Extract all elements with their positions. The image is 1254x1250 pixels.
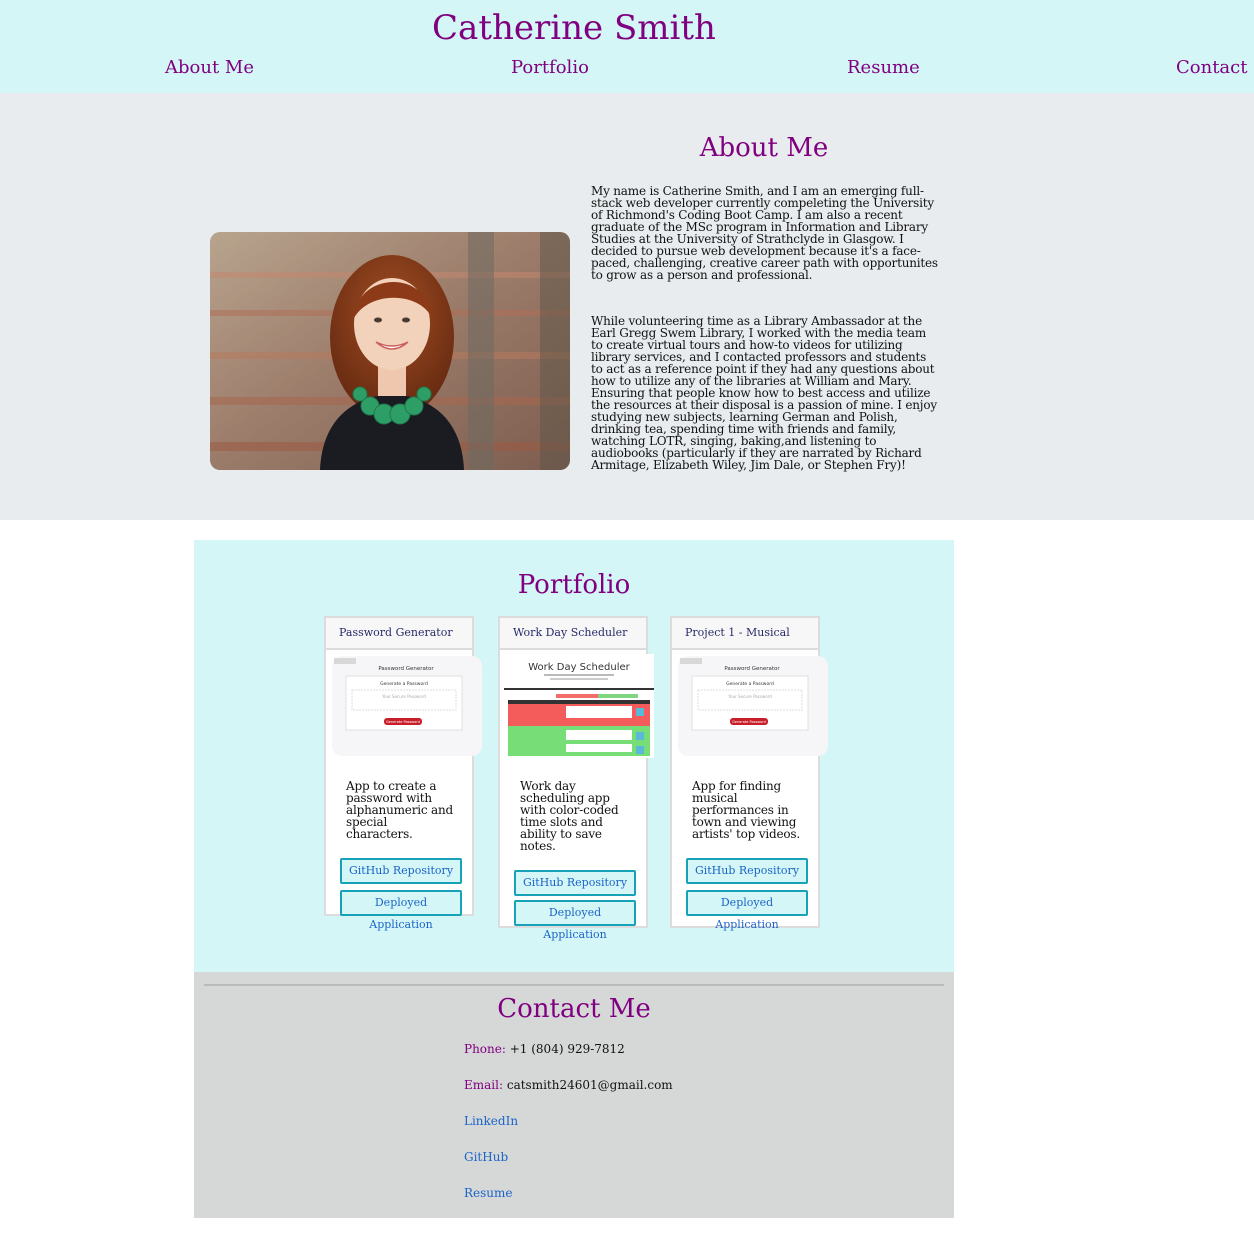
- thumb-button: Generate Password: [732, 720, 766, 724]
- profile-photo: [210, 232, 570, 470]
- about-title: About Me: [699, 133, 829, 163]
- portfolio-section: Portfolio Password Generator Password Ge…: [194, 540, 954, 972]
- deployed-application-button[interactable]: Deployed Application: [514, 900, 636, 941]
- card-title: Work Day Scheduler: [500, 618, 646, 650]
- contact-email: Email: catsmith24601@gmail.com: [464, 1078, 673, 1092]
- phone-value: +1 (804) 929-7812: [509, 1042, 625, 1056]
- thumb-placeholder: Your Secure Password: [727, 694, 772, 699]
- project-thumbnail[interactable]: Work Day Scheduler: [500, 650, 654, 758]
- card-title: Password Generator: [326, 618, 472, 650]
- contact-phone: Phone: +1 (804) 929-7812: [464, 1042, 625, 1056]
- thumb-heading: Password Generator: [724, 666, 780, 672]
- email-value: catsmith24601@gmail.com: [506, 1078, 673, 1092]
- contact-section: Contact Me Phone: +1 (804) 929-7812 Emai…: [194, 972, 954, 1218]
- site-header: Catherine Smith About Me Portfolio Resum…: [0, 0, 1254, 93]
- nav-portfolio[interactable]: Portfolio: [511, 57, 589, 78]
- project-thumbnail[interactable]: Password Generator Generate a Password Y…: [672, 650, 828, 758]
- contact-title: Contact Me: [497, 994, 651, 1024]
- thumb-button: Generate Password: [386, 720, 420, 724]
- github-repository-button[interactable]: GitHub Repository: [340, 858, 462, 884]
- project-thumbnail[interactable]: Password Generator Generate a Password Y…: [326, 650, 482, 758]
- portfolio-title: Portfolio: [517, 570, 631, 600]
- thumb-placeholder: Your Secure Password: [381, 694, 426, 699]
- email-label: Email:: [464, 1078, 504, 1092]
- project-card: Password Generator Password Generator Ge…: [324, 616, 482, 931]
- thumb-subheading: Generate a Password: [380, 681, 428, 687]
- thumb-heading: Password Generator: [378, 666, 434, 672]
- project-card: Project 1 - Musical Password Generator G…: [670, 616, 828, 931]
- card-description: Work day scheduling app with color-coded…: [520, 779, 619, 853]
- thumb-heading: Work Day Scheduler: [528, 662, 630, 673]
- linkedin-link[interactable]: LinkedIn: [464, 1114, 518, 1128]
- card-description: App to create a password with alphanumer…: [346, 779, 453, 841]
- nav-resume[interactable]: Resume: [847, 57, 920, 78]
- github-link[interactable]: GitHub: [464, 1150, 508, 1164]
- phone-label: Phone:: [464, 1042, 506, 1056]
- card-description: App for finding musical performances in …: [692, 779, 800, 841]
- deployed-application-button[interactable]: Deployed Application: [340, 890, 462, 931]
- about-paragraph: My name is Catherine Smith, and I am an …: [591, 184, 938, 282]
- about-paragraph: While volunteering time as a Library Amb…: [591, 314, 937, 472]
- nav-contact[interactable]: Contact: [1176, 57, 1247, 78]
- project-card: Work Day Scheduler Work Day Scheduler Wo…: [498, 616, 654, 941]
- site-title: Catherine Smith: [432, 8, 716, 48]
- github-repository-button[interactable]: GitHub Repository: [514, 870, 636, 896]
- section-divider: [204, 984, 944, 986]
- about-section: About Me My name is Catherine Smith, and…: [0, 93, 1254, 520]
- thumb-subheading: Generate a Password: [726, 681, 774, 687]
- resume-link[interactable]: Resume: [464, 1186, 513, 1200]
- nav-about-me[interactable]: About Me: [165, 57, 254, 78]
- deployed-application-button[interactable]: Deployed Application: [686, 890, 808, 931]
- github-repository-button[interactable]: GitHub Repository: [686, 858, 808, 884]
- card-title: Project 1 - Musical: [672, 618, 818, 650]
